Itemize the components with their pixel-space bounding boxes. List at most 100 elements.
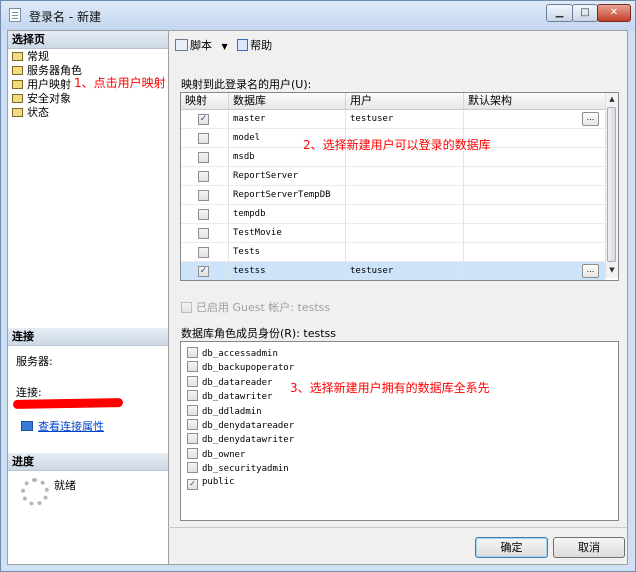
role-membership-list[interactable]: db_accessadmin db_backupoperator db_datare… [180, 341, 619, 521]
table-row[interactable]: ReportServer [181, 167, 605, 186]
user-cell[interactable]: testuser [346, 110, 464, 129]
page-item-securables[interactable]: 安全对象 [12, 92, 82, 106]
default-schema-cell[interactable] [464, 167, 605, 186]
footer-divider [168, 527, 627, 528]
select-page-header: 选择页 [8, 31, 168, 49]
map-checkbox[interactable]: ✓ [198, 114, 209, 125]
table-row[interactable]: TestMovie [181, 224, 605, 243]
properties-icon [21, 421, 33, 431]
column-header-map[interactable]: 映射 [181, 93, 229, 109]
role-checkbox[interactable] [187, 433, 198, 445]
map-checkbox[interactable] [198, 209, 209, 220]
list-item[interactable]: db_ddladmin [187, 403, 262, 417]
ok-button[interactable]: 确定 [475, 537, 548, 558]
default-schema-cell[interactable] [464, 243, 605, 262]
map-checkbox[interactable] [198, 228, 209, 239]
default-schema-cell[interactable] [464, 186, 605, 205]
table-row[interactable]: ✓ master testuser... [181, 110, 605, 129]
role-checkbox[interactable] [187, 375, 198, 387]
role-checkbox[interactable] [187, 390, 198, 402]
link-label: 查看连接属性 [38, 420, 104, 433]
browse-schema-button[interactable]: ... [582, 112, 599, 126]
list-item[interactable]: db_accessadmin [187, 345, 278, 359]
grid-header: 映射 数据库 用户 默认架构 [181, 93, 605, 110]
role-name: db_backupoperator [202, 363, 295, 374]
mapping-label: 映射到此登录名的用户(U): [181, 78, 312, 91]
map-checkbox[interactable] [198, 190, 209, 201]
view-connection-properties-link[interactable]: 查看连接属性 [21, 418, 104, 434]
list-item[interactable]: db_denydatareader [187, 417, 294, 431]
user-cell[interactable] [346, 205, 464, 224]
guest-checkbox [181, 302, 192, 313]
table-row[interactable]: tempdb [181, 205, 605, 224]
list-item[interactable]: ✓ public [187, 475, 235, 490]
redaction-scribble [12, 398, 124, 409]
script-dropdown-icon[interactable]: ▼ [222, 42, 228, 51]
default-schema-cell[interactable] [464, 205, 605, 224]
title-bar[interactable]: 登录名 - 新建 ▁ □ ✕ [1, 1, 635, 30]
map-checkbox[interactable] [198, 247, 209, 258]
role-checkbox[interactable] [187, 447, 198, 459]
user-mapping-grid[interactable]: 映射 数据库 用户 默认架构 ✓ master testuser... model ms… [180, 92, 619, 281]
window-doc-icon [9, 8, 21, 22]
page-label: 状态 [27, 106, 49, 119]
page-icon [12, 108, 23, 117]
column-header-default-schema[interactable]: 默认架构 [464, 93, 605, 109]
page-item-general[interactable]: 常规 [12, 50, 82, 64]
list-item[interactable]: db_datawriter [187, 388, 272, 402]
list-item[interactable]: db_backupoperator [187, 359, 294, 373]
role-checkbox[interactable] [187, 462, 198, 474]
progress-spinner-icon [21, 478, 49, 506]
scroll-down-icon[interactable]: ▼ [608, 266, 616, 274]
role-checkbox[interactable]: ✓ [187, 478, 198, 490]
user-cell[interactable] [346, 224, 464, 243]
table-row[interactable]: ✓ testss testuser... [181, 262, 605, 280]
script-button[interactable]: 脚本 [175, 39, 212, 52]
page-label: 用户映射 [27, 78, 71, 91]
user-cell[interactable] [346, 167, 464, 186]
list-item[interactable]: db_securityadmin [187, 460, 289, 474]
map-checkbox[interactable] [198, 171, 209, 182]
role-name: db_owner [202, 449, 246, 460]
script-label: 脚本 [190, 39, 212, 52]
page-label: 安全对象 [27, 92, 71, 105]
map-checkbox[interactable]: ✓ [198, 266, 209, 277]
grid-scrollbar[interactable]: ▲ ▼ [605, 93, 618, 278]
user-cell[interactable]: testuser [346, 262, 464, 280]
database-cell: ReportServer [229, 167, 346, 186]
browse-schema-button[interactable]: ... [582, 264, 599, 278]
role-checkbox[interactable] [187, 347, 198, 358]
help-button[interactable]: 帮助 [237, 39, 272, 52]
window-title: 登录名 - 新建 [29, 10, 101, 24]
list-item[interactable]: db_datareader [187, 374, 272, 388]
map-checkbox[interactable] [198, 152, 209, 163]
database-cell: ReportServerTempDB [229, 186, 346, 205]
map-checkbox[interactable] [198, 133, 209, 144]
annotation-step-3: 3、选择新建用户拥有的数据库全系先 [290, 381, 490, 395]
page-item-status[interactable]: 状态 [12, 106, 82, 120]
list-item[interactable]: db_denydatawriter [187, 431, 294, 445]
column-header-database[interactable]: 数据库 [229, 93, 346, 109]
column-header-user[interactable]: 用户 [346, 93, 464, 109]
role-checkbox[interactable] [187, 361, 198, 373]
page-item-server-roles[interactable]: 服务器角色 [12, 64, 82, 78]
database-cell: TestMovie [229, 224, 346, 243]
page-list: 常规 服务器角色 用户映射 安全对象 状态 [12, 50, 82, 120]
scrollbar-thumb[interactable] [607, 107, 616, 262]
minimize-button[interactable]: ▁ [546, 4, 573, 22]
default-schema-cell[interactable] [464, 224, 605, 243]
dialog-client: 选择页 常规 服务器角色 用户映射 安全对象 状态 连接 服务器: 连接: 查看… [7, 30, 628, 565]
user-cell[interactable] [346, 186, 464, 205]
list-item[interactable]: db_owner [187, 446, 245, 460]
maximize-button[interactable]: □ [572, 4, 598, 22]
role-checkbox[interactable] [187, 419, 198, 430]
table-row[interactable]: ReportServerTempDB [181, 186, 605, 205]
page-item-user-mapping[interactable]: 用户映射 [12, 78, 82, 92]
scroll-up-icon[interactable]: ▲ [608, 95, 616, 103]
close-button[interactable]: ✕ [597, 4, 631, 22]
role-checkbox[interactable] [187, 404, 198, 416]
cancel-button[interactable]: 取消 [553, 537, 625, 558]
role-name: db_datareader [202, 377, 273, 388]
table-row[interactable]: Tests [181, 243, 605, 262]
user-cell[interactable] [346, 243, 464, 262]
